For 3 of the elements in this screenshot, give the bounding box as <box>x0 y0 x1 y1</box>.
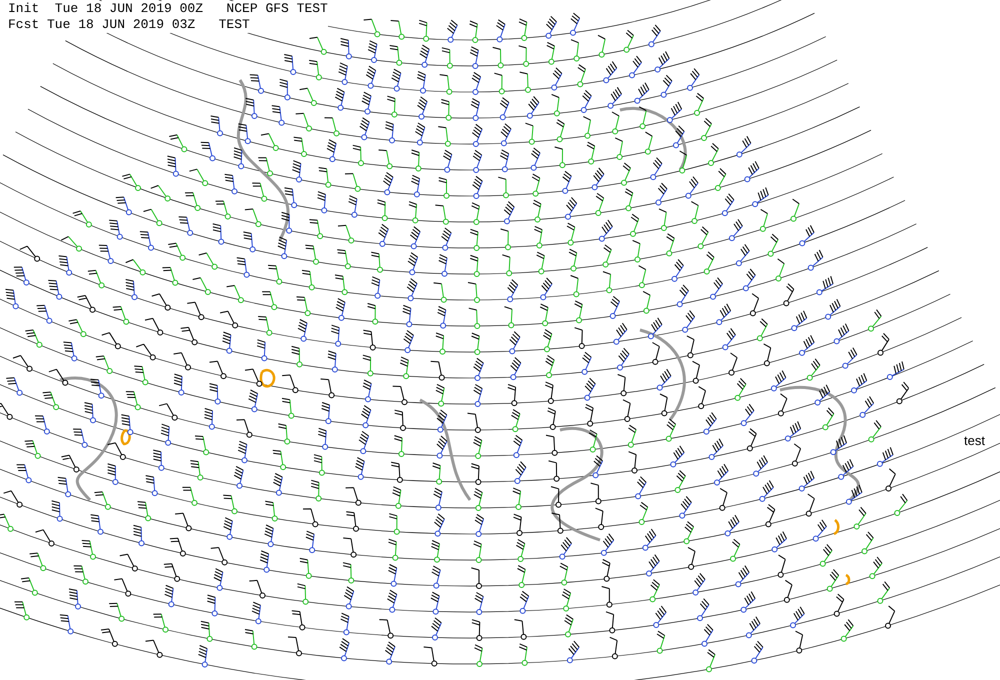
init-time-line: Init Tue 18 JUN 2019 00Z NCEP GFS TEST <box>8 1 328 17</box>
forecast-time-line: Fcst Tue 18 JUN 2019 03Z TEST <box>8 17 251 33</box>
legend-label: test <box>964 433 985 448</box>
